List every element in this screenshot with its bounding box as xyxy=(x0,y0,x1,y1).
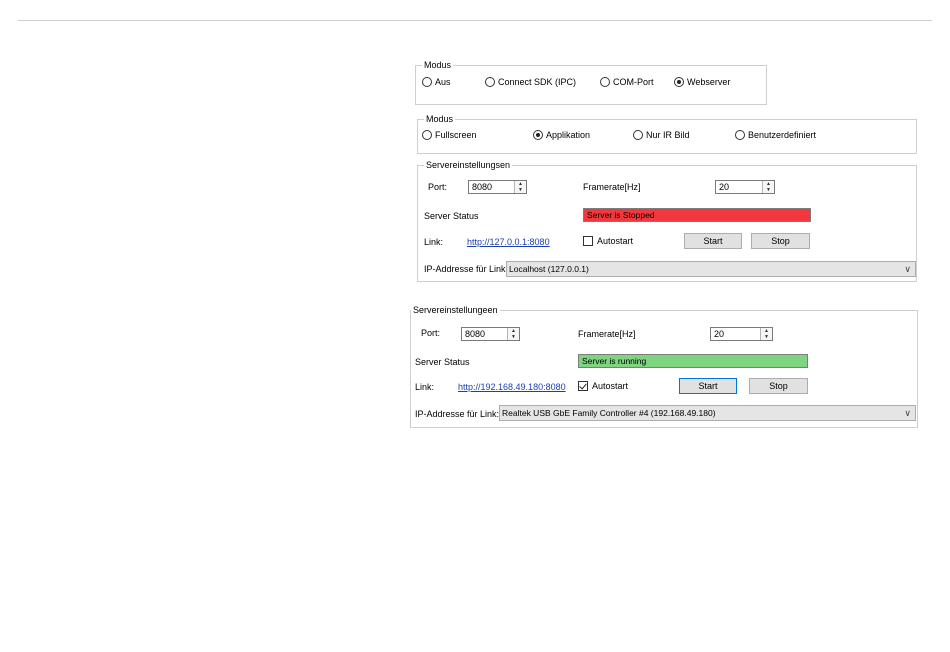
modus-group-1: Modus Aus Connect SDK (IPC) COM-Port Web… xyxy=(415,59,767,105)
top-divider xyxy=(18,20,932,21)
server-status-label: Server Status xyxy=(415,357,470,367)
radio-com-port-label: COM-Port xyxy=(613,77,654,87)
port-value: 8080 xyxy=(472,182,493,192)
chevron-down-icon[interactable]: ▼ xyxy=(515,187,526,193)
link-label: Link: xyxy=(415,382,435,392)
chevron-down-icon[interactable]: ▼ xyxy=(763,187,774,193)
radio-fullscreen-label: Fullscreen xyxy=(435,130,477,140)
port-stepper-arrows[interactable]: ▲ ▼ xyxy=(507,328,519,340)
port-stepper[interactable]: 8080 ▲ ▼ xyxy=(468,180,527,194)
framerate-stepper[interactable]: 20 ▲ ▼ xyxy=(715,180,775,194)
server-status-label: Server Status xyxy=(424,211,479,221)
framerate-label: Framerate[Hz] xyxy=(578,329,636,339)
start-button[interactable]: Start xyxy=(684,233,742,249)
chevron-down-icon[interactable]: ▼ xyxy=(761,334,772,340)
radio-com-port-indicator xyxy=(600,77,610,87)
radio-benutzerdefiniert-label: Benutzerdefiniert xyxy=(748,130,817,140)
radio-aus[interactable]: Aus xyxy=(422,77,451,87)
radio-connect-sdk[interactable]: Connect SDK (IPC) xyxy=(485,77,576,87)
server-settings-legend: Servereinstellungsen xyxy=(424,159,513,171)
server-settings-group-2: Servereinstellungeen Port: 8080 ▲ ▼ Fram… xyxy=(410,304,918,428)
link-label: Link: xyxy=(424,237,444,247)
framerate-value: 20 xyxy=(719,182,730,192)
radio-applikation[interactable]: Applikation xyxy=(533,130,590,140)
start-button[interactable]: Start xyxy=(679,378,737,394)
radio-fullscreen[interactable]: Fullscreen xyxy=(422,130,477,140)
ip-address-label: IP-Addresse für Link: xyxy=(415,409,500,419)
radio-aus-label: Aus xyxy=(435,77,451,87)
port-label: Port: xyxy=(428,182,448,192)
ip-address-value: Realtek USB GbE Family Controller #4 (19… xyxy=(502,408,716,418)
chevron-down-icon[interactable]: ∨ xyxy=(904,406,911,420)
radio-webserver-indicator xyxy=(674,77,684,87)
modus-group-2: Modus Fullscreen Applikation Nur IR Bild… xyxy=(417,113,917,154)
radio-connect-sdk-label: Connect SDK (IPC) xyxy=(498,77,577,87)
server-settings-legend: Servereinstellungeen xyxy=(411,304,500,316)
modus-legend: Modus xyxy=(424,113,456,125)
port-stepper[interactable]: 8080 ▲ ▼ xyxy=(461,327,520,341)
framerate-stepper-arrows[interactable]: ▲ ▼ xyxy=(762,181,774,193)
autostart-checkbox[interactable]: Autostart xyxy=(578,381,628,391)
port-stepper-arrows[interactable]: ▲ ▼ xyxy=(514,181,526,193)
ip-address-label: IP-Addresse für Link: xyxy=(424,264,509,274)
port-label: Port: xyxy=(421,328,441,338)
framerate-label: Framerate[Hz] xyxy=(583,182,641,192)
framerate-stepper-arrows[interactable]: ▲ ▼ xyxy=(760,328,772,340)
ip-address-select[interactable]: Localhost (127.0.0.1) ∨ xyxy=(506,261,916,277)
radio-nur-ir-bild-indicator xyxy=(633,130,643,140)
radio-aus-indicator xyxy=(422,77,432,87)
modus-legend: Modus xyxy=(422,59,454,71)
framerate-stepper[interactable]: 20 ▲ ▼ xyxy=(710,327,773,341)
radio-benutzerdefiniert[interactable]: Benutzerdefiniert xyxy=(735,130,816,140)
ip-address-value: Localhost (127.0.0.1) xyxy=(509,264,589,274)
autostart-label: Autostart xyxy=(597,236,634,246)
autostart-box[interactable] xyxy=(583,236,593,246)
server-status-bar: Server is running xyxy=(578,354,808,368)
server-settings-group-1: Servereinstellungsen Port: 8080 ▲ ▼ Fram… xyxy=(417,159,917,282)
chevron-down-icon[interactable]: ∨ xyxy=(904,262,911,276)
autostart-box[interactable] xyxy=(578,381,588,391)
radio-connect-sdk-indicator xyxy=(485,77,495,87)
server-link[interactable]: http://192.168.49.180:8080 xyxy=(458,381,566,393)
radio-nur-ir-bild[interactable]: Nur IR Bild xyxy=(633,130,690,140)
server-link[interactable]: http://127.0.0.1:8080 xyxy=(467,236,550,248)
autostart-label: Autostart xyxy=(592,381,629,391)
autostart-checkbox[interactable]: Autostart xyxy=(583,236,633,246)
radio-applikation-indicator xyxy=(533,130,543,140)
port-value: 8080 xyxy=(465,329,486,339)
radio-com-port[interactable]: COM-Port xyxy=(600,77,654,87)
chevron-down-icon[interactable]: ▼ xyxy=(508,334,519,340)
radio-benutzerdefiniert-indicator xyxy=(735,130,745,140)
radio-fullscreen-indicator xyxy=(422,130,432,140)
ip-address-select[interactable]: Realtek USB GbE Family Controller #4 (19… xyxy=(499,405,916,421)
radio-nur-ir-bild-label: Nur IR Bild xyxy=(646,130,690,140)
framerate-value: 20 xyxy=(714,329,725,339)
server-status-bar: Server is Stopped xyxy=(583,208,811,222)
radio-applikation-label: Applikation xyxy=(546,130,591,140)
radio-webserver-label: Webserver xyxy=(687,77,731,87)
stop-button[interactable]: Stop xyxy=(749,378,808,394)
radio-webserver[interactable]: Webserver xyxy=(674,77,730,87)
stop-button[interactable]: Stop xyxy=(751,233,810,249)
